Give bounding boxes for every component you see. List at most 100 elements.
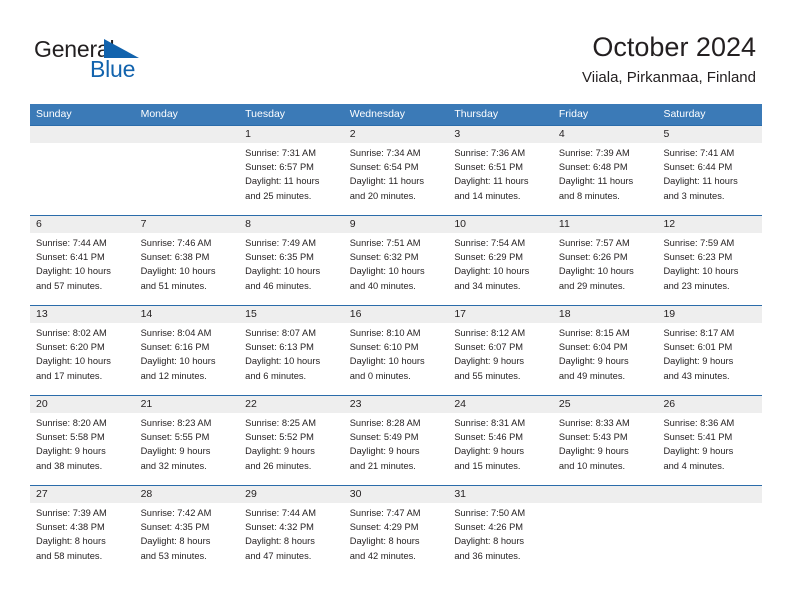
day-cell[interactable]: Sunrise: 8:28 AM Sunset: 5:49 PM Dayligh…	[344, 413, 449, 485]
day-number[interactable]: 31	[448, 486, 553, 503]
day-number[interactable]: 17	[448, 306, 553, 323]
sunrise-text: Sunrise: 8:15 AM	[558, 328, 630, 338]
day-number[interactable]: 3	[448, 126, 553, 143]
sunset-text: Sunset: 6:41 PM	[36, 252, 105, 263]
day-cell[interactable]	[553, 503, 658, 575]
day-cell[interactable]: Sunrise: 7:54 AM Sunset: 6:29 PM Dayligh…	[448, 233, 553, 305]
day-number[interactable]: 19	[657, 306, 762, 323]
calendar-week-row: 6 7 8 9 10 11 12 Sunrise: 7:44 AM Sunset…	[30, 215, 762, 305]
day-number[interactable]: 6	[30, 216, 135, 233]
day-number[interactable]	[30, 126, 135, 143]
day-cell[interactable]: Sunrise: 8:23 AM Sunset: 5:55 PM Dayligh…	[135, 413, 240, 485]
sunrise-text: Sunrise: 8:36 AM	[663, 418, 735, 428]
sunrise-text: Sunrise: 8:23 AM	[140, 418, 212, 428]
sunset-text: Sunset: 6:13 PM	[245, 342, 314, 353]
day-number[interactable]: 7	[135, 216, 240, 233]
day-cell[interactable]: Sunrise: 7:44 AM Sunset: 4:32 PM Dayligh…	[239, 503, 344, 575]
day-number[interactable]: 14	[135, 306, 240, 323]
day-cell[interactable]: Sunrise: 7:46 AM Sunset: 6:38 PM Dayligh…	[135, 233, 240, 305]
sunrise-text: Sunrise: 8:31 AM	[454, 418, 526, 428]
sunset-text: Sunset: 6:26 PM	[558, 252, 628, 263]
day-number[interactable]: 13	[30, 306, 135, 323]
day-cell[interactable]: Sunrise: 7:49 AM Sunset: 6:35 PM Dayligh…	[239, 233, 344, 305]
day-cell[interactable]	[135, 143, 240, 215]
day-cell[interactable]: Sunrise: 8:17 AM Sunset: 6:01 PM Dayligh…	[657, 323, 762, 395]
day-cell[interactable]: Sunrise: 7:39 AM Sunset: 6:48 PM Dayligh…	[553, 143, 658, 215]
day-number[interactable]: 20	[30, 396, 135, 413]
sunrise-text: Sunrise: 8:04 AM	[140, 328, 212, 338]
day-cell[interactable]: Sunrise: 8:04 AM Sunset: 6:16 PM Dayligh…	[135, 323, 240, 395]
day-number[interactable]: 10	[448, 216, 553, 233]
day-number[interactable]	[553, 486, 658, 503]
day-cell[interactable]: Sunrise: 8:15 AM Sunset: 6:04 PM Dayligh…	[553, 323, 658, 395]
sunset-text: Sunset: 6:23 PM	[663, 252, 733, 263]
page-subtitle-location: Viiala, Pirkanmaa, Finland	[582, 69, 756, 86]
day-number[interactable]: 25	[553, 396, 658, 413]
day-number[interactable]: 21	[135, 396, 240, 413]
day-number[interactable]: 18	[553, 306, 658, 323]
day-cell[interactable]: Sunrise: 8:12 AM Sunset: 6:07 PM Dayligh…	[448, 323, 553, 395]
day-cell[interactable]: Sunrise: 7:36 AM Sunset: 6:51 PM Dayligh…	[448, 143, 553, 215]
day-number[interactable]: 11	[553, 216, 658, 233]
day-cell[interactable]: Sunrise: 7:59 AM Sunset: 6:23 PM Dayligh…	[657, 233, 762, 305]
day-number[interactable]: 22	[239, 396, 344, 413]
day-cell[interactable]: Sunrise: 7:51 AM Sunset: 6:32 PM Dayligh…	[344, 233, 449, 305]
day-cell[interactable]: Sunrise: 8:07 AM Sunset: 6:13 PM Dayligh…	[239, 323, 344, 395]
day-number[interactable]	[657, 486, 762, 503]
sunset-text: Sunset: 6:38 PM	[140, 252, 210, 263]
daylight-text-line2: and 55 minutes.	[454, 370, 521, 381]
daylight-text-line1: Daylight: 9 hours	[245, 446, 315, 457]
day-cell[interactable]: Sunrise: 8:10 AM Sunset: 6:10 PM Dayligh…	[344, 323, 449, 395]
day-cell[interactable]: Sunrise: 7:47 AM Sunset: 4:29 PM Dayligh…	[344, 503, 449, 575]
day-cell[interactable]: Sunrise: 7:57 AM Sunset: 6:26 PM Dayligh…	[553, 233, 658, 305]
daylight-text-line2: and 36 minutes.	[454, 550, 521, 561]
day-number[interactable]: 15	[239, 306, 344, 323]
brand-logo[interactable]: General Blue	[34, 36, 214, 86]
sunrise-text: Sunrise: 8:20 AM	[36, 418, 107, 428]
day-cell[interactable]: Sunrise: 8:20 AM Sunset: 5:58 PM Dayligh…	[30, 413, 135, 485]
day-number[interactable]: 27	[30, 486, 135, 503]
day-number[interactable]: 12	[657, 216, 762, 233]
calendar-table: Sunday Monday Tuesday Wednesday Thursday…	[30, 104, 762, 575]
day-cell[interactable]	[30, 143, 135, 215]
day-number[interactable]: 8	[239, 216, 344, 233]
day-number[interactable]: 26	[657, 396, 762, 413]
day-cell[interactable]: Sunrise: 7:31 AM Sunset: 6:57 PM Dayligh…	[239, 143, 344, 215]
day-number[interactable]: 5	[657, 126, 762, 143]
day-cell[interactable]	[657, 503, 762, 575]
day-cell[interactable]: Sunrise: 7:34 AM Sunset: 6:54 PM Dayligh…	[344, 143, 449, 215]
day-number[interactable]: 2	[344, 126, 449, 143]
day-cell[interactable]: Sunrise: 7:42 AM Sunset: 4:35 PM Dayligh…	[135, 503, 240, 575]
sunset-text: Sunset: 6:51 PM	[454, 162, 524, 173]
day-number[interactable]: 30	[344, 486, 449, 503]
day-number[interactable]: 23	[344, 396, 449, 413]
sunrise-text: Sunrise: 7:51 AM	[349, 238, 421, 248]
weekday-header-thursday: Thursday	[454, 108, 499, 120]
day-number[interactable]: 29	[239, 486, 344, 503]
day-number[interactable]: 24	[448, 396, 553, 413]
day-number[interactable]: 4	[553, 126, 658, 143]
day-cell[interactable]: Sunrise: 8:33 AM Sunset: 5:43 PM Dayligh…	[553, 413, 658, 485]
day-cell[interactable]: Sunrise: 7:41 AM Sunset: 6:44 PM Dayligh…	[657, 143, 762, 215]
day-number[interactable]: 28	[135, 486, 240, 503]
sunset-text: Sunset: 6:01 PM	[663, 342, 733, 353]
sunset-text: Sunset: 6:44 PM	[663, 162, 733, 173]
day-cell[interactable]: Sunrise: 7:39 AM Sunset: 4:38 PM Dayligh…	[30, 503, 135, 575]
day-number[interactable]: 9	[344, 216, 449, 233]
week-detail-row: Sunrise: 8:02 AM Sunset: 6:20 PM Dayligh…	[30, 323, 762, 395]
sunrise-text: Sunrise: 7:41 AM	[663, 148, 735, 158]
day-cell[interactable]: Sunrise: 8:25 AM Sunset: 5:52 PM Dayligh…	[239, 413, 344, 485]
day-cell[interactable]: Sunrise: 8:31 AM Sunset: 5:46 PM Dayligh…	[448, 413, 553, 485]
sunset-text: Sunset: 5:55 PM	[140, 432, 210, 443]
day-number[interactable]	[135, 126, 240, 143]
day-number[interactable]: 1	[239, 126, 344, 143]
page-header: General Blue October 2024 Viiala, Pirkan…	[0, 0, 792, 104]
day-number[interactable]: 16	[344, 306, 449, 323]
sunrise-text: Sunrise: 8:02 AM	[36, 328, 107, 338]
day-cell[interactable]: Sunrise: 7:44 AM Sunset: 6:41 PM Dayligh…	[30, 233, 135, 305]
sunset-text: Sunset: 6:29 PM	[454, 252, 524, 263]
day-cell[interactable]: Sunrise: 7:50 AM Sunset: 4:26 PM Dayligh…	[448, 503, 553, 575]
day-cell[interactable]: Sunrise: 8:02 AM Sunset: 6:20 PM Dayligh…	[30, 323, 135, 395]
day-cell[interactable]: Sunrise: 8:36 AM Sunset: 5:41 PM Dayligh…	[657, 413, 762, 485]
daylight-text-line2: and 10 minutes.	[558, 460, 626, 471]
